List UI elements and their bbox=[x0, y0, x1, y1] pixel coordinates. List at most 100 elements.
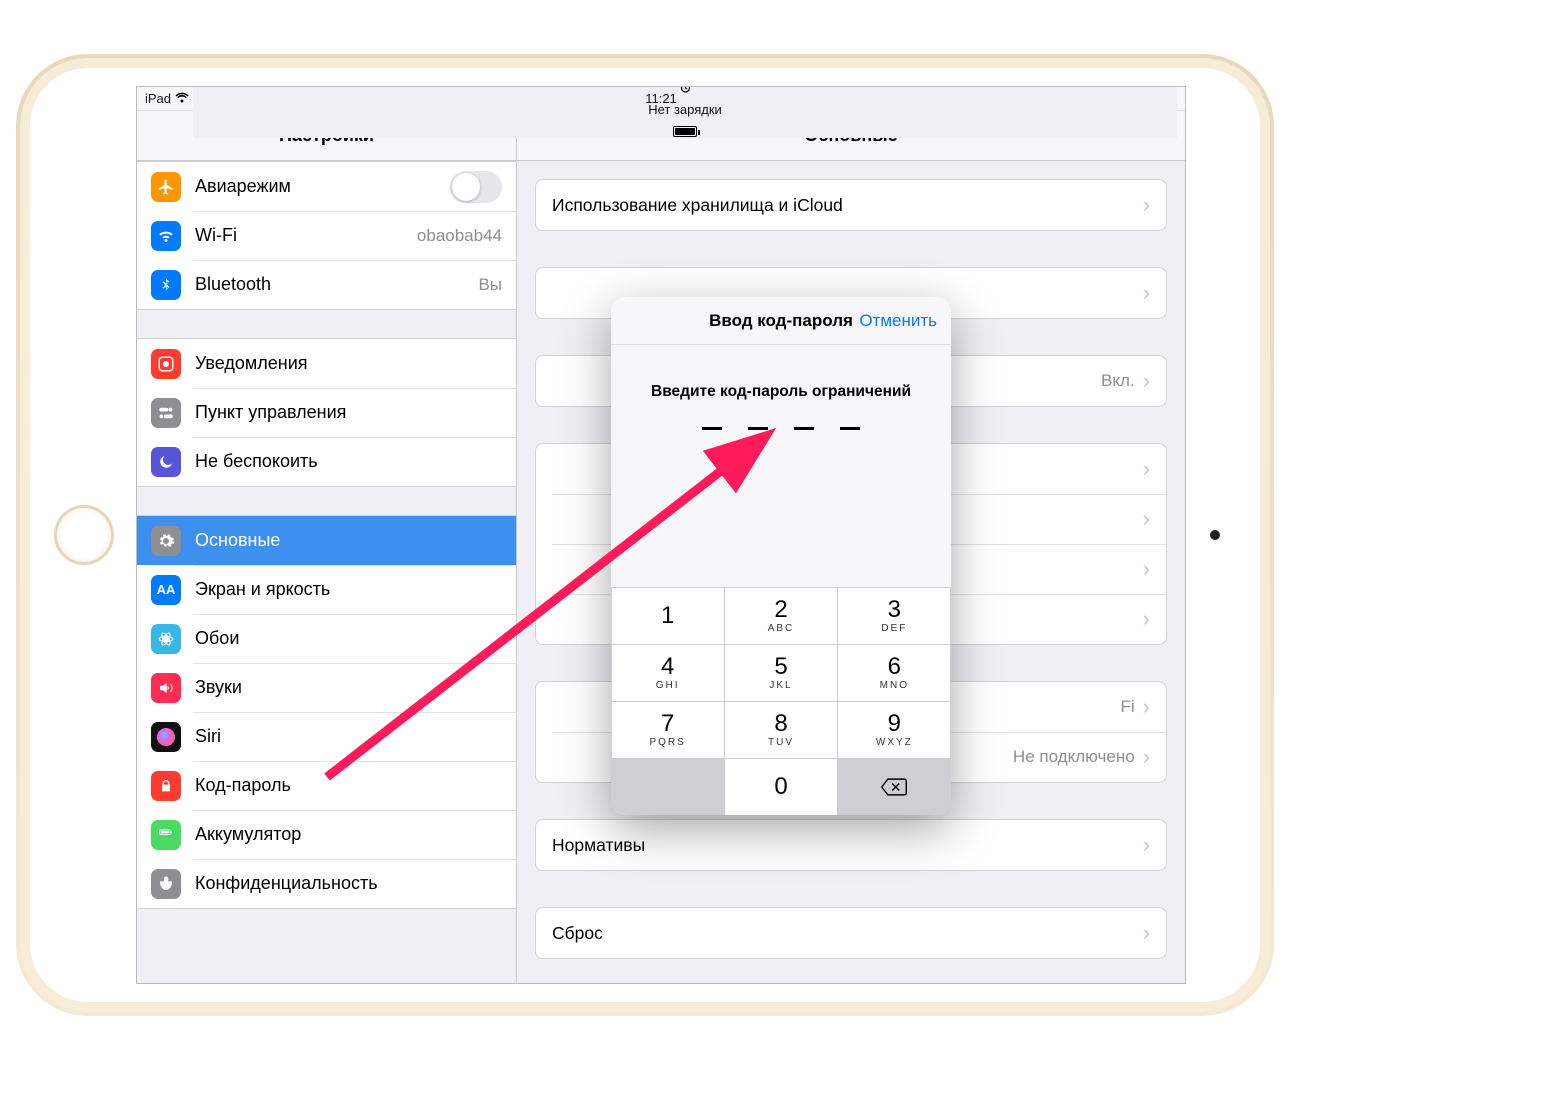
airplane-icon bbox=[151, 172, 181, 202]
keypad-3[interactable]: 3 DEF bbox=[838, 588, 950, 644]
chevron-right-icon: › bbox=[1143, 194, 1150, 216]
alarm-icon bbox=[680, 86, 691, 96]
gear-icon bbox=[151, 526, 181, 556]
passcode-slot bbox=[748, 427, 768, 430]
modal-header: Ввод код-пароля Отменить bbox=[611, 297, 951, 345]
keypad-8[interactable]: 8 TUV bbox=[725, 702, 837, 758]
sidebar-item-wifi[interactable]: Wi-Fi obaobab44 bbox=[137, 211, 516, 260]
chevron-right-icon: › bbox=[1143, 696, 1150, 718]
numeric-keypad: 1 2ABC 3 DEF 4GHI5JKL 6 MNO 7 PQRS 8 TUV 9 WXYZ 0 bbox=[611, 587, 951, 815]
sidebar-item-flower[interactable]: Обои bbox=[137, 614, 516, 663]
keypad-digit: 9 bbox=[888, 712, 901, 736]
sidebar-item-value: obaobab44 bbox=[417, 226, 502, 246]
keypad-delete[interactable] bbox=[838, 759, 950, 815]
battery-icon bbox=[673, 123, 697, 138]
sidebar-item-bluetooth[interactable]: Bluetooth Вы bbox=[137, 260, 516, 309]
toggles-icon bbox=[151, 398, 181, 428]
keypad-digit: 3 bbox=[888, 598, 901, 622]
sidebar-item-label: Пункт управления bbox=[195, 402, 346, 423]
keypad-5[interactable]: 5JKL bbox=[725, 645, 837, 701]
detail-row-label: Нормативы bbox=[552, 835, 645, 856]
sidebar-item-toggles[interactable]: Пункт управления bbox=[137, 388, 516, 437]
screen: iPad 11:21 Нет зарядки Настройки Авиареж… bbox=[136, 86, 1186, 984]
bluetooth-icon bbox=[151, 270, 181, 300]
lock-icon bbox=[151, 771, 181, 801]
keypad-blank bbox=[612, 759, 724, 815]
keypad-4[interactable]: 4GHI bbox=[612, 645, 724, 701]
sidebar-item-label: Bluetooth bbox=[195, 274, 271, 295]
sidebar-item-battery[interactable]: Аккумулятор bbox=[137, 810, 516, 859]
chevron-right-icon: › bbox=[1143, 558, 1150, 580]
battery-icon bbox=[151, 820, 181, 850]
sidebar-item-siri[interactable]: Siri bbox=[137, 712, 516, 761]
detail-row[interactable]: Сброс› bbox=[536, 908, 1166, 958]
sidebar-item-lock[interactable]: Код-пароль bbox=[137, 761, 516, 810]
keypad-2[interactable]: 2ABC bbox=[725, 588, 837, 644]
sidebar-item-airplane[interactable]: Авиарежим bbox=[137, 162, 516, 211]
detail-row-value: Не подключено bbox=[1013, 747, 1135, 767]
sidebar-item-label: Авиарежим bbox=[195, 176, 291, 197]
chevron-right-icon: › bbox=[1143, 282, 1150, 304]
detail-row[interactable]: Нормативы › bbox=[536, 820, 1166, 870]
wifi-icon bbox=[175, 91, 189, 106]
bell-icon bbox=[151, 349, 181, 379]
keypad-digit: 8 bbox=[774, 712, 787, 736]
cancel-button[interactable]: Отменить bbox=[859, 311, 937, 331]
sidebar-item-moon[interactable]: Не беспокоить bbox=[137, 437, 516, 486]
keypad-1[interactable]: 1 bbox=[612, 588, 724, 644]
keypad-digit: 1 bbox=[661, 604, 674, 628]
passcode-slots bbox=[611, 427, 951, 430]
passcode-slot bbox=[794, 427, 814, 430]
aa-icon: AA bbox=[151, 575, 181, 605]
sidebar-item-speaker[interactable]: Звуки bbox=[137, 663, 516, 712]
sidebar-item-label: Siri bbox=[195, 726, 221, 747]
moon-icon bbox=[151, 447, 181, 477]
modal-title: Ввод код-пароля bbox=[709, 311, 853, 331]
keypad-digit: 6 bbox=[888, 655, 901, 679]
chevron-right-icon: › bbox=[1143, 370, 1150, 392]
sidebar-item-label: Звуки bbox=[195, 677, 242, 698]
chevron-right-icon: › bbox=[1143, 458, 1150, 480]
keypad-6[interactable]: 6 MNO bbox=[838, 645, 950, 701]
status-bar: iPad 11:21 Нет зарядки bbox=[137, 87, 1185, 111]
keypad-letters: MNO bbox=[880, 681, 909, 691]
front-camera bbox=[1210, 530, 1220, 540]
keypad-letters: GHI bbox=[656, 681, 680, 691]
home-button[interactable] bbox=[54, 505, 114, 565]
sidebar-item-label: Обои bbox=[195, 628, 239, 649]
sidebar-item-bell[interactable]: Уведомления bbox=[137, 339, 516, 388]
sidebar-item-value: Вы bbox=[478, 275, 502, 295]
sidebar-item-label: Аккумулятор bbox=[195, 824, 301, 845]
keypad-letters: DEF bbox=[881, 624, 907, 634]
keypad-7[interactable]: 7 PQRS bbox=[612, 702, 724, 758]
sidebar-item-label: Код-пароль bbox=[195, 775, 291, 796]
siri-icon bbox=[151, 722, 181, 752]
sidebar-item-label: Wi-Fi bbox=[195, 225, 237, 246]
keypad-letters: TUV bbox=[768, 738, 794, 748]
chevron-right-icon: › bbox=[1143, 508, 1150, 530]
keypad-digit: 7 bbox=[661, 712, 674, 736]
sidebar-item-label: Уведомления bbox=[195, 353, 308, 374]
chevron-right-icon: › bbox=[1143, 834, 1150, 856]
passcode-slot bbox=[840, 427, 860, 430]
flower-icon bbox=[151, 624, 181, 654]
sidebar: Настройки АвиарежимWi-Fiobaobab44Bluetoo… bbox=[137, 111, 517, 983]
keypad-digit: 0 bbox=[774, 775, 787, 799]
keypad-9[interactable]: 9 WXYZ bbox=[838, 702, 950, 758]
ipad-frame: iPad 11:21 Нет зарядки Настройки Авиареж… bbox=[16, 54, 1274, 1016]
detail-row[interactable]: Использование хранилища и iCloud› bbox=[536, 180, 1166, 230]
sidebar-item-label: Не беспокоить bbox=[195, 451, 318, 472]
keypad-letters: WXYZ bbox=[876, 738, 913, 748]
hand-icon bbox=[151, 869, 181, 899]
sidebar-item-aa[interactable]: AAЭкран и яркость bbox=[137, 565, 516, 614]
wifi-icon bbox=[151, 221, 181, 251]
sidebar-item-gear[interactable]: Основные bbox=[137, 516, 516, 565]
keypad-0[interactable]: 0 bbox=[725, 759, 837, 815]
keypad-letters: JKL bbox=[769, 681, 792, 691]
device-name: iPad bbox=[145, 91, 171, 106]
passcode-modal: Ввод код-пароля Отменить Введите код-пар… bbox=[611, 297, 951, 815]
detail-row-value: Fi bbox=[1121, 697, 1135, 717]
sidebar-item-hand[interactable]: Конфиденциальность bbox=[137, 859, 516, 908]
keypad-letters: PQRS bbox=[649, 738, 685, 748]
airplane-switch[interactable] bbox=[450, 171, 502, 203]
